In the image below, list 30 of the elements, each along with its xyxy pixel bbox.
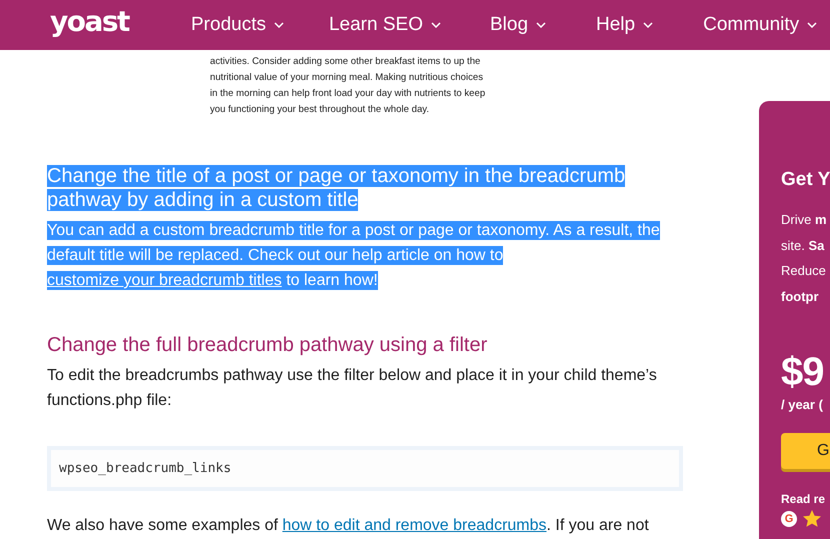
promo-text: footpr [781,288,820,306]
chevron-down-icon [274,22,284,28]
nav-menu-item[interactable]: Blog [490,14,546,36]
site-logo[interactable]: yoast [50,4,191,38]
section-paragraph: We also have some examples of how to edit and remove breadcrumbs. If you are not [47,515,650,537]
nav-menu-item[interactable]: Help [596,14,654,36]
section-heading: Change the title of a post or page or taxonomy in the breadcrumb pathway by adding in a custom title [47,164,626,212]
star-icon [803,510,821,527]
promo-price: $9 [781,349,824,396]
nav-menu-item[interactable]: Products [191,14,284,36]
section-paragraph: You can add a custom breadcrumb title for a post or page or taxonomy. As a result, the default title will be replaced. Check out our help article on how to customize your breadcrumb titles to learn how! [47,220,661,292]
chevron-down-icon [807,22,818,28]
rating-logo: G [781,510,797,526]
promo-text: Reduce [781,262,827,280]
nav-menu-item[interactable]: Community [703,14,818,36]
price-period: / year ( [781,397,824,412]
chevron-down-icon [643,22,654,28]
chevron-down-icon [430,22,441,28]
promo-text: Drive m [781,211,828,229]
promo-text: site. Sa [781,236,826,254]
article-link[interactable]: how to edit and remove breadcrumbs [282,516,547,535]
nav-menu-item[interactable]: Learn SEO [328,14,441,36]
reviews-label: Read re [781,492,826,506]
get-button[interactable]: G [781,433,830,469]
section-heading: Change the full breadcrumb pathway using a filter [47,333,488,357]
article-image-text: activities. Consider adding some other breakfast items to up the nutritional value of your morning meal. Making nutritious choices in the morning can help front load your day with nutrients to keep you functioning your best throughout the whole day. [210,55,486,117]
chevron-down-icon [536,22,546,28]
promo-title: Get Y [781,169,830,191]
section-paragraph: To edit the breadcrumbs pathway use the filter below and place it in your child theme’s functions.php file: [47,366,658,411]
code-block: wpseo_breadcrumb_links [47,446,683,491]
